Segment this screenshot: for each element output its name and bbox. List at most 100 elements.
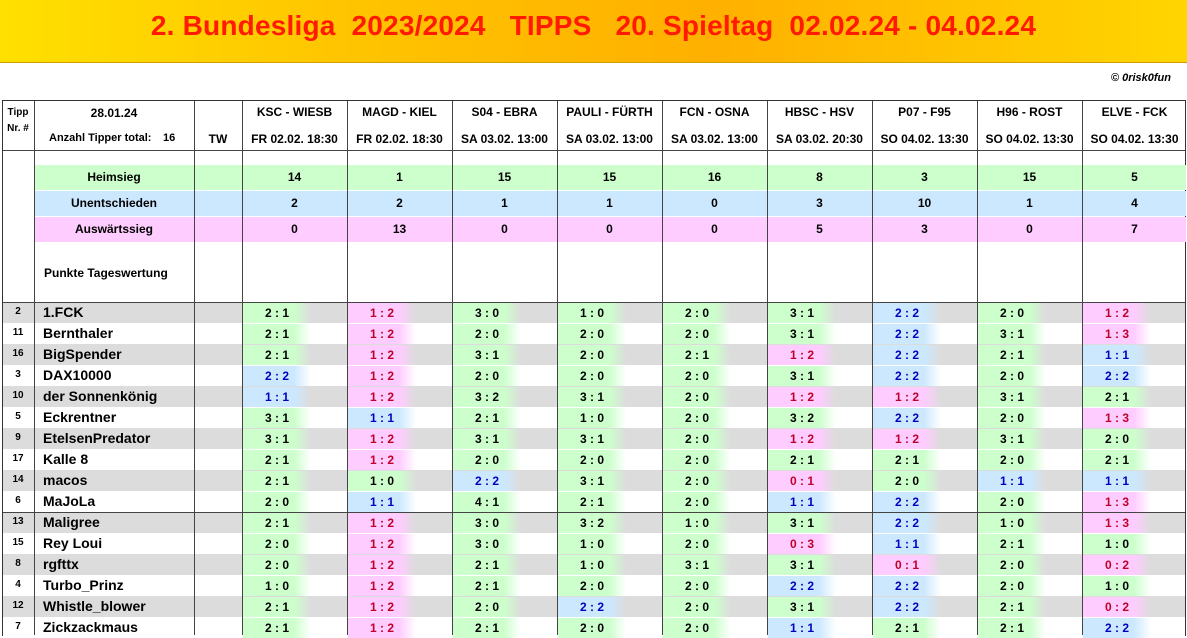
tip-cell: 2 : 1: [873, 618, 941, 638]
tip-cell: 2 : 0: [663, 429, 731, 449]
total-value: 16: [163, 132, 176, 144]
match-kickoff: SO 04.02. 13:30: [985, 132, 1074, 146]
tip-cell: 2 : 1: [1083, 387, 1151, 407]
tip-cell: 2 : 1: [453, 555, 521, 575]
punkte-label: Punkte Tageswertung: [44, 266, 168, 280]
tip-cell: 3 : 1: [978, 429, 1046, 449]
player-name: EtelsenPredator: [43, 430, 151, 446]
tip-cell: 2 : 1: [873, 450, 941, 470]
tip-cell: 3 : 2: [768, 408, 836, 428]
summary-value: 7: [1131, 222, 1138, 236]
tip-cell: 0 : 3: [768, 534, 836, 554]
player-name: rgfttx: [43, 556, 79, 572]
summary-value: 10: [917, 196, 932, 210]
match-teams: FCN - OSNA: [679, 105, 750, 119]
match-teams: HBSC - HSV: [784, 105, 855, 119]
tip-cell: 2 : 0: [558, 450, 626, 470]
summary-value: 0: [711, 196, 718, 210]
tip-cell: 1 : 2: [768, 429, 836, 449]
tip-cell: 3 : 1: [978, 387, 1046, 407]
tip-cell: 1 : 0: [348, 471, 416, 491]
tip-cell: 3 : 1: [768, 513, 836, 533]
tip-cell: 2 : 1: [243, 513, 311, 533]
tip-cell: 0 : 2: [1083, 555, 1151, 575]
tip-cell: 1 : 2: [348, 534, 416, 554]
tip-cell: 3 : 1: [663, 555, 731, 575]
tip-cell: 2 : 1: [978, 597, 1046, 617]
tip-cell: 1 : 3: [1083, 513, 1151, 533]
column-divider: [557, 101, 558, 635]
tip-cell: 1 : 2: [348, 618, 416, 638]
tip-cell: 2 : 0: [663, 534, 731, 554]
player-name: Bernthaler: [43, 325, 114, 341]
tip-cell: 2 : 2: [873, 492, 941, 512]
player-number: 2: [15, 306, 21, 317]
tip-cell: 3 : 1: [453, 429, 521, 449]
tip-cell: 2 : 2: [873, 366, 941, 386]
tip-cell: 3 : 2: [558, 513, 626, 533]
match-teams: MAGD - KIEL: [362, 105, 437, 119]
tipps-table: Tipp Nr. # 28.01.24 Anzahl Tipper total:…: [2, 100, 1186, 638]
tip-cell: 2 : 1: [558, 492, 626, 512]
tip-cell: 2 : 0: [978, 366, 1046, 386]
tip-cell: 2 : 0: [243, 534, 311, 554]
tip-cell: 2 : 1: [978, 618, 1046, 638]
tip-cell: 2 : 0: [663, 618, 731, 638]
tip-cell: 1 : 0: [558, 555, 626, 575]
player-number: 13: [12, 516, 24, 527]
tip-cell: 2 : 1: [243, 618, 311, 638]
tip-cell: 2 : 0: [558, 576, 626, 596]
tip-cell: 3 : 1: [768, 324, 836, 344]
tip-cell: 3 : 1: [243, 408, 311, 428]
tip-cell: 2 : 1: [243, 324, 311, 344]
tip-cell: 2 : 1: [663, 345, 731, 365]
match-kickoff: SA 03.02. 13:00: [461, 132, 548, 146]
match-teams: H96 - ROST: [996, 105, 1063, 119]
tip-cell: 1 : 0: [663, 513, 731, 533]
player-number: 4: [15, 579, 21, 590]
total-label: Anzahl Tipper total:: [49, 132, 152, 144]
tip-cell: 3 : 1: [243, 429, 311, 449]
tip-cell: 1 : 2: [348, 387, 416, 407]
tip-cell: 2 : 0: [663, 450, 731, 470]
tip-cell: 2 : 1: [453, 408, 521, 428]
tip-cell: 1 : 2: [348, 450, 416, 470]
tip-cell: 1 : 1: [768, 618, 836, 638]
tip-cell: 2 : 1: [978, 534, 1046, 554]
tip-cell: 2 : 0: [663, 597, 731, 617]
tip-cell: 3 : 1: [558, 387, 626, 407]
tip-cell: 0 : 2: [1083, 597, 1151, 617]
column-divider: [34, 101, 35, 635]
player-number: 17: [12, 453, 24, 464]
tip-cell: 3 : 1: [768, 366, 836, 386]
tip-cell: 1 : 1: [348, 492, 416, 512]
tip-cell: 3 : 0: [453, 513, 521, 533]
summary-label: Unentschieden: [70, 196, 157, 210]
match-kickoff: FR 02.02. 18:30: [251, 132, 338, 146]
tip-cell: 3 : 1: [453, 345, 521, 365]
tip-cell: 2 : 0: [978, 492, 1046, 512]
summary-value: 1: [501, 196, 508, 210]
row-divider: [3, 512, 1185, 513]
column-divider: [194, 101, 195, 635]
summary-value: 15: [602, 170, 617, 184]
tip-cell: 2 : 0: [453, 324, 521, 344]
summary-value: 14: [287, 170, 302, 184]
tip-cell: 1 : 2: [348, 597, 416, 617]
column-divider: [347, 101, 348, 635]
tip-cell: 3 : 0: [453, 303, 521, 323]
tip-cell: 2 : 1: [243, 597, 311, 617]
tip-cell: 1 : 1: [873, 534, 941, 554]
tip-cell: 2 : 0: [663, 408, 731, 428]
match-kickoff: FR 02.02. 18:30: [356, 132, 443, 146]
player-name: BigSpender: [43, 346, 122, 362]
tip-cell: 1 : 2: [1083, 303, 1151, 323]
player-name: Whistle_blower: [43, 598, 146, 614]
tip-cell: 2 : 0: [663, 576, 731, 596]
summary-value: 0: [606, 222, 613, 236]
summary-value: 0: [711, 222, 718, 236]
player-name: Eckrentner: [43, 409, 117, 425]
tip-cell: 1 : 2: [348, 576, 416, 596]
tip-cell: 1 : 1: [1083, 471, 1151, 491]
tip-cell: 1 : 3: [1083, 492, 1151, 512]
